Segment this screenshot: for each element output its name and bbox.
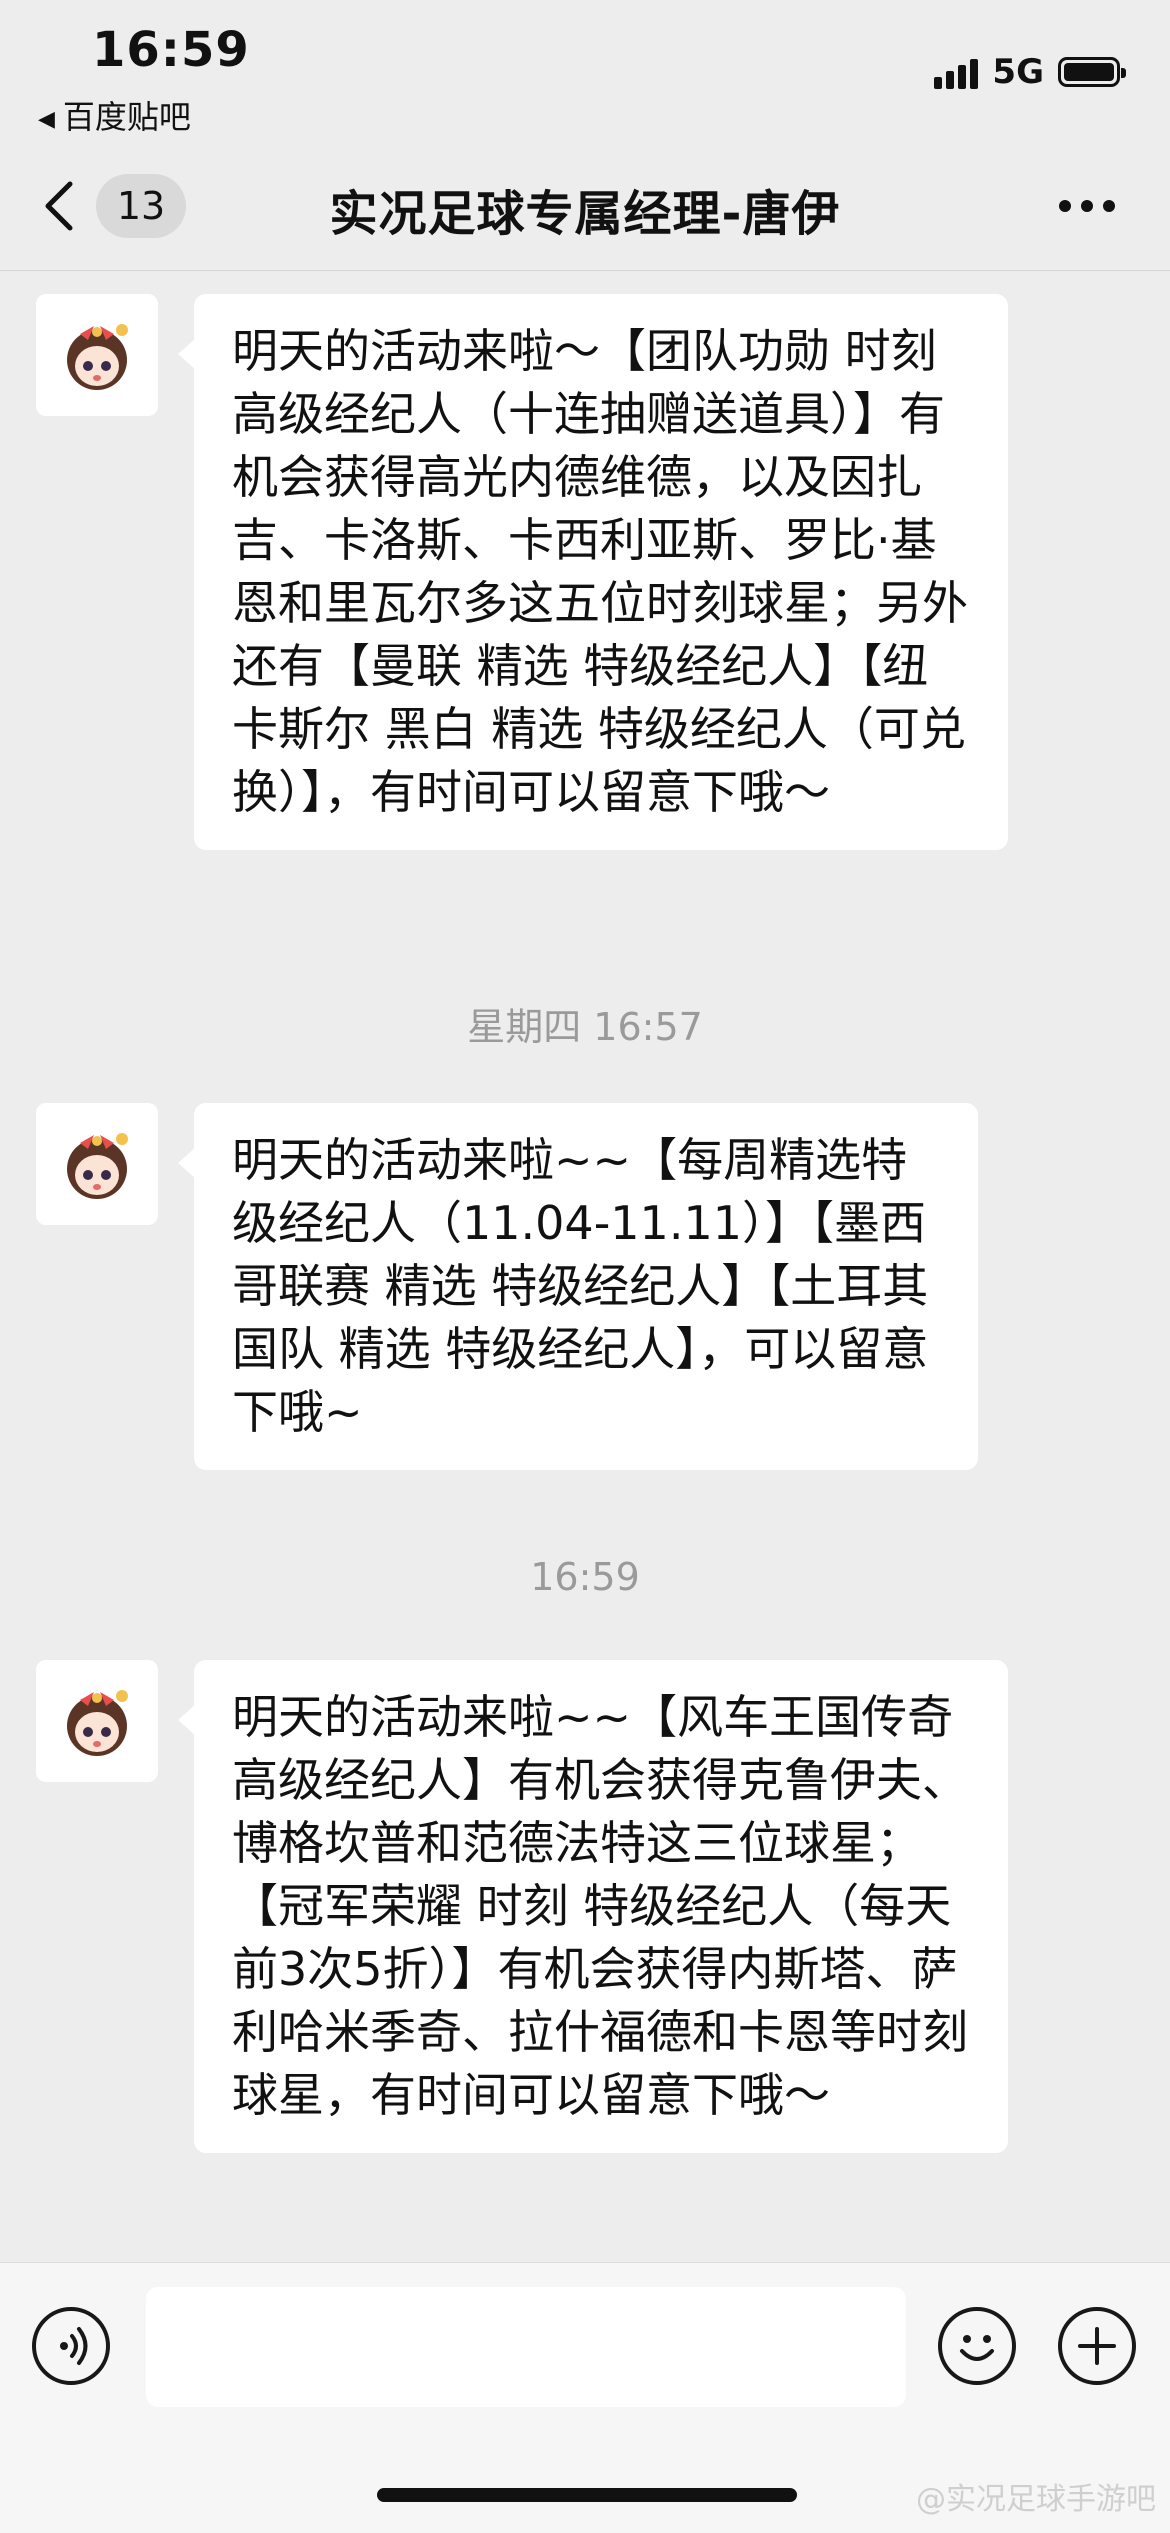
chat-title: 实况足球专属经理-唐伊 bbox=[329, 186, 841, 242]
message-input[interactable] bbox=[146, 2287, 906, 2407]
network-type: 5G bbox=[992, 52, 1044, 92]
chat-header: 13 实况足球专属经理-唐伊 bbox=[0, 140, 1170, 271]
message-text: 明天的活动来啦～【团队功勋 时刻 高级经纪人（十连抽赠送道具）】有机会获得高光内… bbox=[232, 324, 968, 819]
watermark: @实况足球手游吧 bbox=[916, 2482, 1156, 2517]
message-bubble[interactable]: 明天的活动来啦~~【风车王国传奇 高级经纪人】有机会获得克鲁伊夫、博格坎普和范德… bbox=[178, 1660, 1008, 2153]
avatar[interactable] bbox=[36, 294, 158, 416]
home-indicator[interactable] bbox=[377, 2488, 797, 2502]
anime-girl-avatar-icon bbox=[67, 324, 128, 390]
status-bar: 16:59 ◀ 百度贴吧 5G bbox=[0, 0, 1170, 140]
message-bubble[interactable]: 明天的活动来啦~~【每周精选特级经纪人（11.04-11.11）】【墨西哥联赛 … bbox=[178, 1103, 978, 1470]
timestamp: 16:59 bbox=[530, 1555, 640, 1599]
avatar[interactable] bbox=[36, 1103, 158, 1225]
status-indicators: 5G bbox=[934, 52, 1126, 92]
back-triangle-icon: ◀ bbox=[38, 107, 55, 132]
return-app-label: 百度贴吧 bbox=[62, 98, 191, 136]
anime-girl-avatar-icon bbox=[67, 1133, 128, 1199]
timestamp: 星期四 16:57 bbox=[467, 1005, 703, 1049]
battery-icon bbox=[1058, 57, 1126, 87]
return-to-app-link[interactable]: ◀ 百度贴吧 bbox=[38, 92, 191, 138]
status-time: 16:59 bbox=[92, 22, 250, 78]
message-text: 明天的活动来啦~~【风车王国传奇 高级经纪人】有机会获得克鲁伊夫、博格坎普和范德… bbox=[232, 1690, 968, 2122]
anime-girl-avatar-icon bbox=[67, 1690, 128, 1756]
avatar[interactable] bbox=[36, 1660, 158, 1782]
emoji-icon[interactable] bbox=[938, 2307, 1016, 2385]
plus-icon[interactable] bbox=[1058, 2307, 1136, 2385]
signal-icon bbox=[934, 55, 979, 89]
message-text: 明天的活动来啦~~【每周精选特级经纪人（11.04-11.11）】【墨西哥联赛 … bbox=[232, 1133, 929, 1439]
more-options-icon[interactable] bbox=[1059, 200, 1115, 212]
message-bubble[interactable]: 明天的活动来啦～【团队功勋 时刻 高级经纪人（十连抽赠送道具）】有机会获得高光内… bbox=[178, 294, 1008, 850]
voice-icon[interactable] bbox=[32, 2307, 110, 2385]
